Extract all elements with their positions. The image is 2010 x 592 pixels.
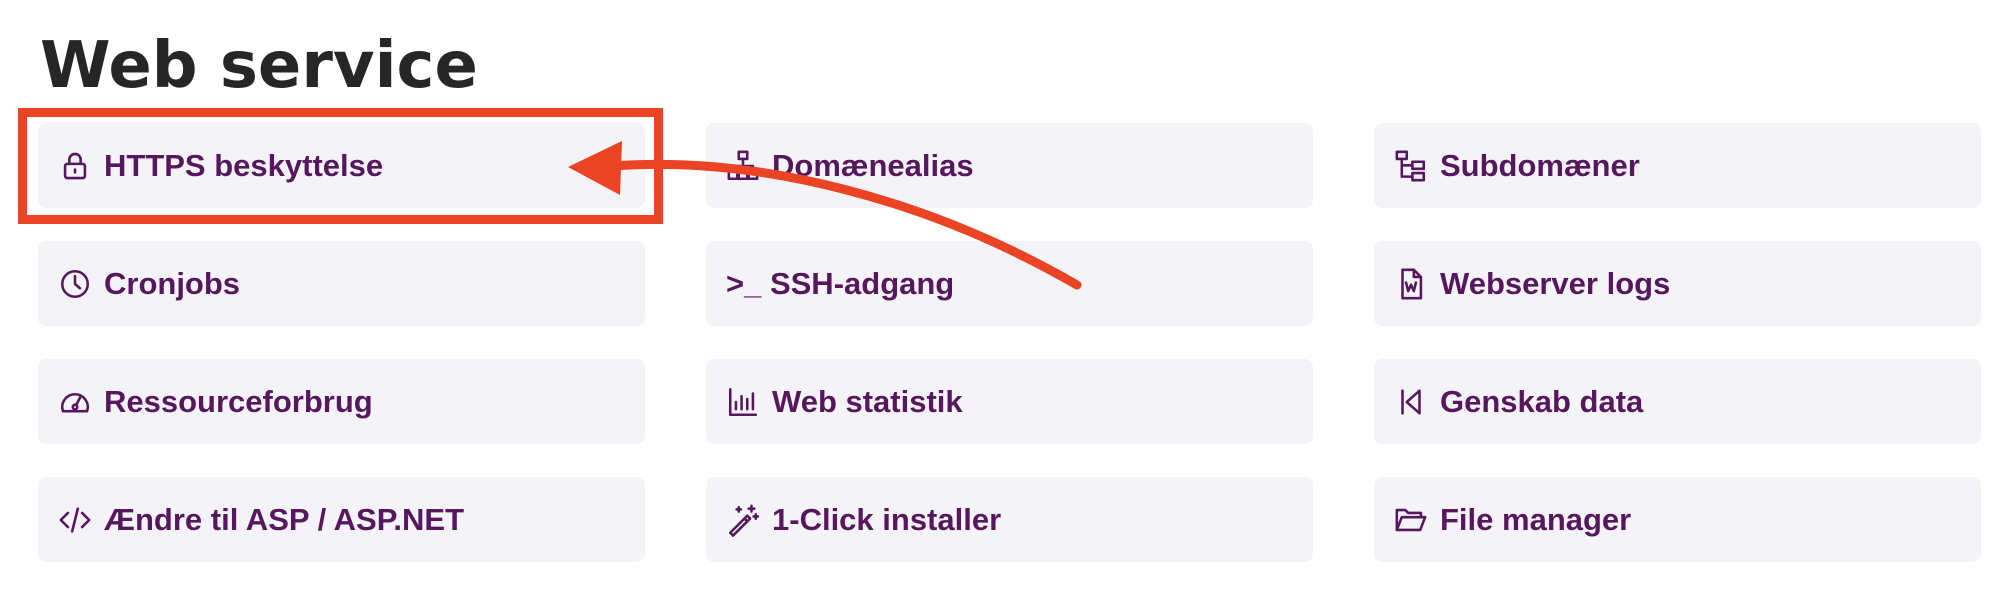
tile-subdomains[interactable]: Subdomæner xyxy=(1374,123,1981,208)
tile-change-to-asp[interactable]: Ændre til ASP / ASP.NET xyxy=(38,477,645,562)
clock-icon xyxy=(58,267,92,301)
tile-label: Subdomæner xyxy=(1440,147,1640,183)
tile-label: Domænealias xyxy=(772,147,974,183)
tile-resource-usage[interactable]: Ressourceforbrug xyxy=(38,359,645,444)
tile-label: Genskab data xyxy=(1440,383,1644,419)
folder-open-icon xyxy=(1394,503,1428,537)
tile-label: File manager xyxy=(1440,501,1632,537)
tile-cronjobs[interactable]: Cronjobs xyxy=(38,241,645,326)
tile-label: Web statistik xyxy=(772,383,963,419)
tile-ssh-access[interactable]: >_ SSH-adgang xyxy=(706,241,1313,326)
tile-label: Ændre til ASP / ASP.NET xyxy=(104,501,465,537)
code-icon xyxy=(58,503,92,537)
page-title: Web service xyxy=(40,29,478,103)
tile-label: Ressourceforbrug xyxy=(104,383,373,419)
restore-icon xyxy=(1394,385,1428,419)
bar-chart-icon xyxy=(726,385,760,419)
log-file-icon xyxy=(1394,267,1428,301)
subdomains-icon xyxy=(1394,149,1428,183)
sitemap-icon xyxy=(726,149,760,183)
tile-domain-alias[interactable]: Domænealias xyxy=(706,123,1313,208)
tile-label: 1-Click installer xyxy=(772,501,1002,537)
gauge-icon xyxy=(58,385,92,419)
highlight-box xyxy=(18,108,663,224)
tile-file-manager[interactable]: File manager xyxy=(1374,477,1981,562)
tile-restore-data[interactable]: Genskab data xyxy=(1374,359,1981,444)
tile-webserver-logs[interactable]: Webserver logs xyxy=(1374,241,1981,326)
tile-label: Cronjobs xyxy=(104,265,241,301)
magic-wand-icon xyxy=(726,503,760,537)
tile-one-click-installer[interactable]: 1-Click installer xyxy=(706,477,1313,562)
tile-web-statistics[interactable]: Web statistik xyxy=(706,359,1313,444)
tile-label: Webserver logs xyxy=(1440,265,1671,301)
tile-label: >_ SSH-adgang xyxy=(726,265,955,301)
